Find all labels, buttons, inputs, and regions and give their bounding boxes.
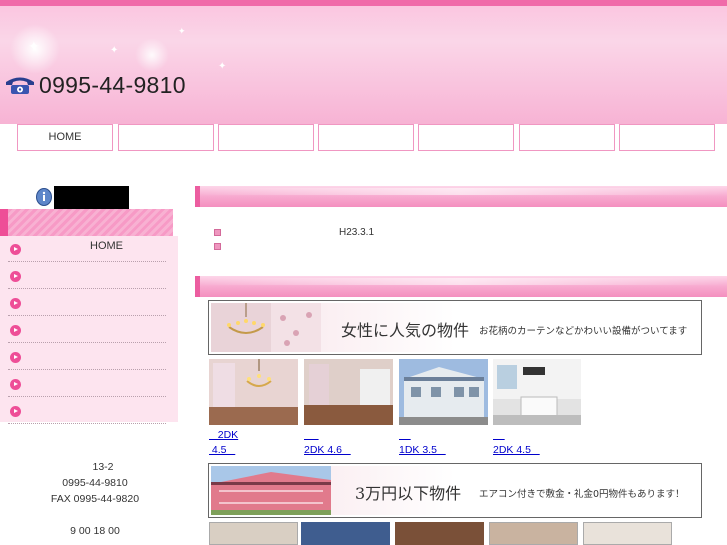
sparkle-decoration: ✦ — [28, 39, 40, 55]
arrow-bullet-icon — [10, 352, 21, 363]
nav-item-5[interactable] — [418, 124, 514, 151]
property-photo[interactable] — [209, 359, 298, 425]
arrow-bullet-icon — [10, 325, 21, 336]
property-photo[interactable] — [489, 522, 578, 545]
banner-under-30000-yen[interactable]: 3万円以下物件 エアコン付きで敷金・礼金0円物件もあります！ — [208, 463, 702, 518]
sidebar-title-box — [54, 186, 129, 209]
nav-item-4[interactable] — [318, 124, 414, 151]
banner-subtitle: お花柄のカーテンなどかわいい設備がついてます — [479, 326, 688, 337]
property-photo[interactable] — [304, 359, 393, 425]
listing-link[interactable]: 1DK 3.5 — [399, 444, 446, 456]
address-line: 13-2 — [92, 461, 114, 473]
listing-link[interactable] — [493, 429, 505, 441]
listing-link[interactable]: 2DK — [209, 429, 238, 441]
sidebar-item-5[interactable] — [8, 344, 166, 370]
nav-item-6[interactable] — [519, 124, 615, 151]
bullet-square-icon — [214, 229, 221, 236]
telephone-icon — [6, 77, 34, 94]
news-section-header — [195, 186, 727, 207]
listing-link[interactable]: 2DK 4.6 — [304, 444, 351, 456]
info-icon — [36, 188, 52, 206]
arrow-bullet-icon — [10, 406, 21, 417]
nav-item-3[interactable] — [218, 124, 314, 151]
listing-link[interactable] — [399, 429, 411, 441]
address-fax: FAX 0995-44-9820 — [50, 493, 140, 505]
banner-title: 女性に人気の物件 — [341, 321, 470, 340]
arrow-bullet-icon — [10, 244, 21, 255]
business-hours: 9 00 18 00 — [70, 525, 120, 537]
sparkle-decoration: ✦ — [178, 27, 186, 37]
property-photo[interactable] — [209, 522, 298, 545]
main-nav: HOME — [17, 124, 725, 151]
property-photo[interactable] — [583, 522, 672, 545]
property-photo[interactable] — [395, 522, 484, 545]
arrow-bullet-icon — [10, 379, 21, 390]
property-photo[interactable] — [493, 359, 581, 425]
sidebar-item-home[interactable]: HOME — [8, 236, 166, 262]
banner-subtitle: エアコン付きで敷金・礼金0円物件もあります！ — [479, 489, 685, 500]
site-header: ✦ ✦ ✦ ✦ — [0, 6, 727, 124]
listing-link[interactable]: 4.5 — [209, 444, 235, 456]
sidebar-item-7[interactable] — [8, 398, 166, 424]
arrow-bullet-icon — [10, 271, 21, 282]
sidebar-menu-header — [0, 209, 173, 236]
sidebar-item-label: HOME — [90, 240, 123, 252]
address-tel: 0995-44-9810 — [62, 477, 128, 489]
bullet-square-icon — [214, 243, 221, 250]
sidebar-item-3[interactable] — [8, 290, 166, 316]
sidebar-item-2[interactable] — [8, 263, 166, 289]
news-date: H23.3.1 — [339, 227, 375, 238]
phone-number-block: 0995-44-9810 — [4, 72, 186, 98]
arrow-bullet-icon — [10, 298, 21, 309]
sidebar-menu: HOME — [0, 236, 178, 424]
nav-home[interactable]: HOME — [17, 124, 113, 151]
banner-popular-with-women[interactable]: 女性に人気の物件 お花柄のカーテンなどかわいい設備がついてます — [208, 300, 702, 355]
sidebar-item-4[interactable] — [8, 317, 166, 343]
property-photo[interactable] — [399, 359, 488, 425]
nav-item-7[interactable] — [619, 124, 715, 151]
sparkle-decoration: ✦ — [218, 61, 227, 72]
banner-title: 3万円以下物件 — [355, 484, 462, 503]
apartment-photo — [211, 466, 331, 515]
nav-item-2[interactable] — [118, 124, 214, 151]
listing-link[interactable] — [304, 429, 319, 441]
listing-link[interactable]: 2DK 4.5 — [493, 444, 540, 456]
sparkle-decoration: ✦ — [110, 45, 119, 56]
sidebar-item-6[interactable] — [8, 371, 166, 397]
chandelier-photo — [211, 303, 321, 352]
property-photo[interactable] — [301, 522, 390, 545]
phone-number: 0995-44-9810 — [39, 71, 186, 98]
properties-section-header — [195, 276, 727, 297]
